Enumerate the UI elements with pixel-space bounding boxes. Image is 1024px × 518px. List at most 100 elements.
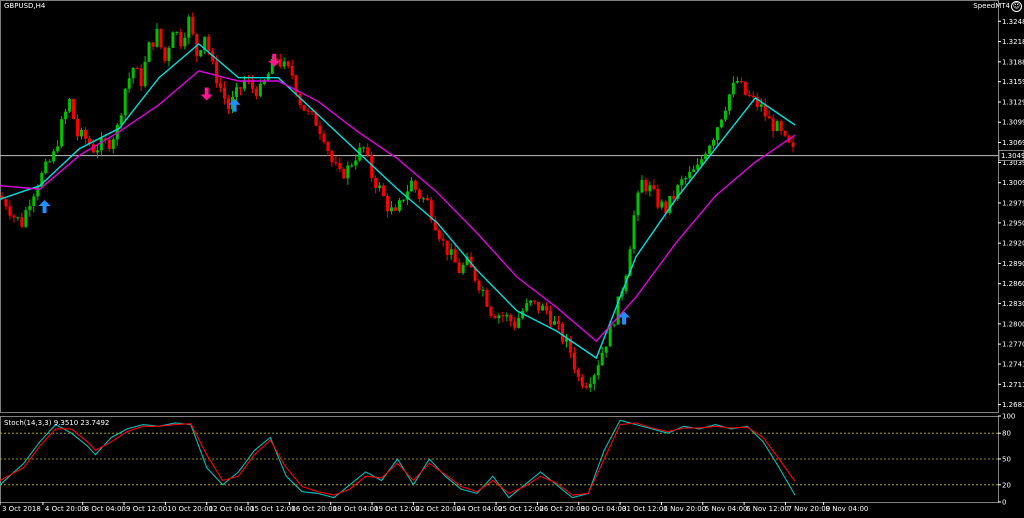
candle-body [386, 195, 390, 212]
candle-body [541, 305, 545, 311]
indicator-label: Stoch(14,3,3) 9.3510 23.7492 [4, 419, 110, 427]
time-tick-label: 22 Oct 20:00 [415, 505, 461, 513]
candle-body [107, 139, 111, 149]
candle-body [374, 178, 378, 188]
time-tick-label: 16 Oct 20:00 [291, 505, 337, 513]
candle-body [723, 110, 727, 120]
candle-body [652, 185, 656, 189]
candle-body [32, 196, 36, 206]
candle-body [461, 264, 465, 273]
candle-body [688, 171, 692, 179]
smiley-icon[interactable]: ☺ [1011, 1, 1022, 12]
candle-body [24, 210, 28, 227]
candle-body [704, 153, 708, 160]
candle-body [501, 315, 505, 317]
candle-body [644, 179, 648, 192]
time-tick-label: 12 Oct 04:00 [209, 505, 255, 513]
main-pane-frame [0, 0, 999, 413]
candle-body [791, 142, 795, 147]
time-tick-label: 8 Oct 04:00 [85, 505, 126, 513]
stoch-tick-label: 50 [1002, 456, 1011, 464]
candle-body [183, 37, 187, 47]
price-tick-label: 1.30095 [1002, 179, 1024, 187]
price-tick-label: 1.28900 [1002, 260, 1024, 268]
candle-body [457, 262, 461, 273]
candle-body [584, 385, 588, 388]
candle-body [767, 116, 771, 119]
chart-canvas[interactable]: 1.32485 1.32185 1.31885 1.31590 1.31290 1.309… [0, 0, 1024, 514]
candle-body [513, 321, 517, 328]
candle-body [378, 185, 382, 188]
candle-body [127, 78, 131, 89]
candle-body [278, 59, 282, 67]
candle-body [735, 81, 739, 83]
time-tick-label: 1 Nov 20:00 [663, 505, 706, 513]
slow-ma-line [0, 70, 796, 343]
price-tick-label: 1.28005 [1002, 320, 1024, 328]
candle-body [8, 206, 12, 216]
candle-body [425, 198, 429, 201]
stoch-tick-label: 20 [1002, 481, 1011, 489]
candle-body [390, 207, 394, 212]
time-tick-label: 26 Oct 20:00 [539, 505, 585, 513]
candle-body [509, 314, 513, 322]
time-tick-label: 5 Nov 04:00 [705, 505, 748, 513]
candle-body [187, 16, 191, 38]
time-tick-label: 19 Oct 12:00 [374, 505, 420, 513]
candle-body [64, 111, 68, 120]
candle-body [334, 162, 338, 164]
candle-body [346, 165, 350, 179]
candle-body [397, 200, 401, 211]
candle-body [111, 139, 115, 149]
candle-body [199, 50, 203, 57]
candle-body [485, 289, 489, 307]
candle-body [290, 66, 294, 76]
price-tick-label: 1.27705 [1002, 341, 1024, 349]
candle-body [326, 142, 330, 151]
price-tick-label: 1.29500 [1002, 219, 1024, 227]
time-tick-label: 15 Oct 12:00 [250, 505, 296, 513]
time-tick-label: 4 Oct 20:00 [45, 505, 86, 513]
candle-body [505, 314, 509, 317]
candle-body [684, 178, 688, 180]
candle-body [44, 161, 48, 174]
candle-body [354, 160, 358, 166]
candle-body [632, 215, 636, 250]
candle-body [394, 207, 398, 211]
buy-arrow-icon [38, 200, 51, 213]
candle-body [179, 31, 183, 47]
candle-body [191, 16, 195, 34]
candle-body [640, 179, 644, 193]
candle-body [453, 249, 457, 263]
price-tick-label: 1.31290 [1002, 98, 1024, 106]
candle-body [497, 315, 501, 319]
candle-body [362, 147, 366, 149]
buy-arrow-icon [228, 98, 241, 112]
candle-body [60, 119, 64, 147]
chart-window[interactable]: 1.32485 1.32185 1.31885 1.31590 1.31290 1.309… [0, 0, 1024, 514]
candle-body [708, 145, 712, 154]
candle-body [712, 140, 716, 146]
candle-body [608, 325, 612, 347]
time-tick-label: 9 Oct 12:00 [126, 505, 167, 513]
candle-body [588, 383, 592, 388]
candle-body [680, 179, 684, 186]
stoch-tick-label: 100 [1002, 413, 1015, 421]
price-tick-label: 1.29795 [1002, 199, 1024, 207]
price-tick-label: 1.27410 [1002, 361, 1024, 369]
candle-body [775, 121, 779, 131]
candle-body [123, 88, 127, 116]
candle-body [235, 87, 239, 98]
candle-body [12, 215, 16, 218]
candle-body [696, 164, 700, 170]
candle-body [441, 239, 445, 241]
candle-body [692, 169, 696, 172]
candle-body [731, 82, 735, 95]
candle-body [95, 150, 99, 153]
candle-body [147, 42, 151, 62]
candle-body [739, 81, 743, 83]
price-tick-label: 1.26810 [1002, 401, 1024, 409]
candle-body [330, 150, 334, 163]
stoch-tick-label: 80 [1002, 430, 1011, 438]
candle-body [517, 318, 521, 328]
